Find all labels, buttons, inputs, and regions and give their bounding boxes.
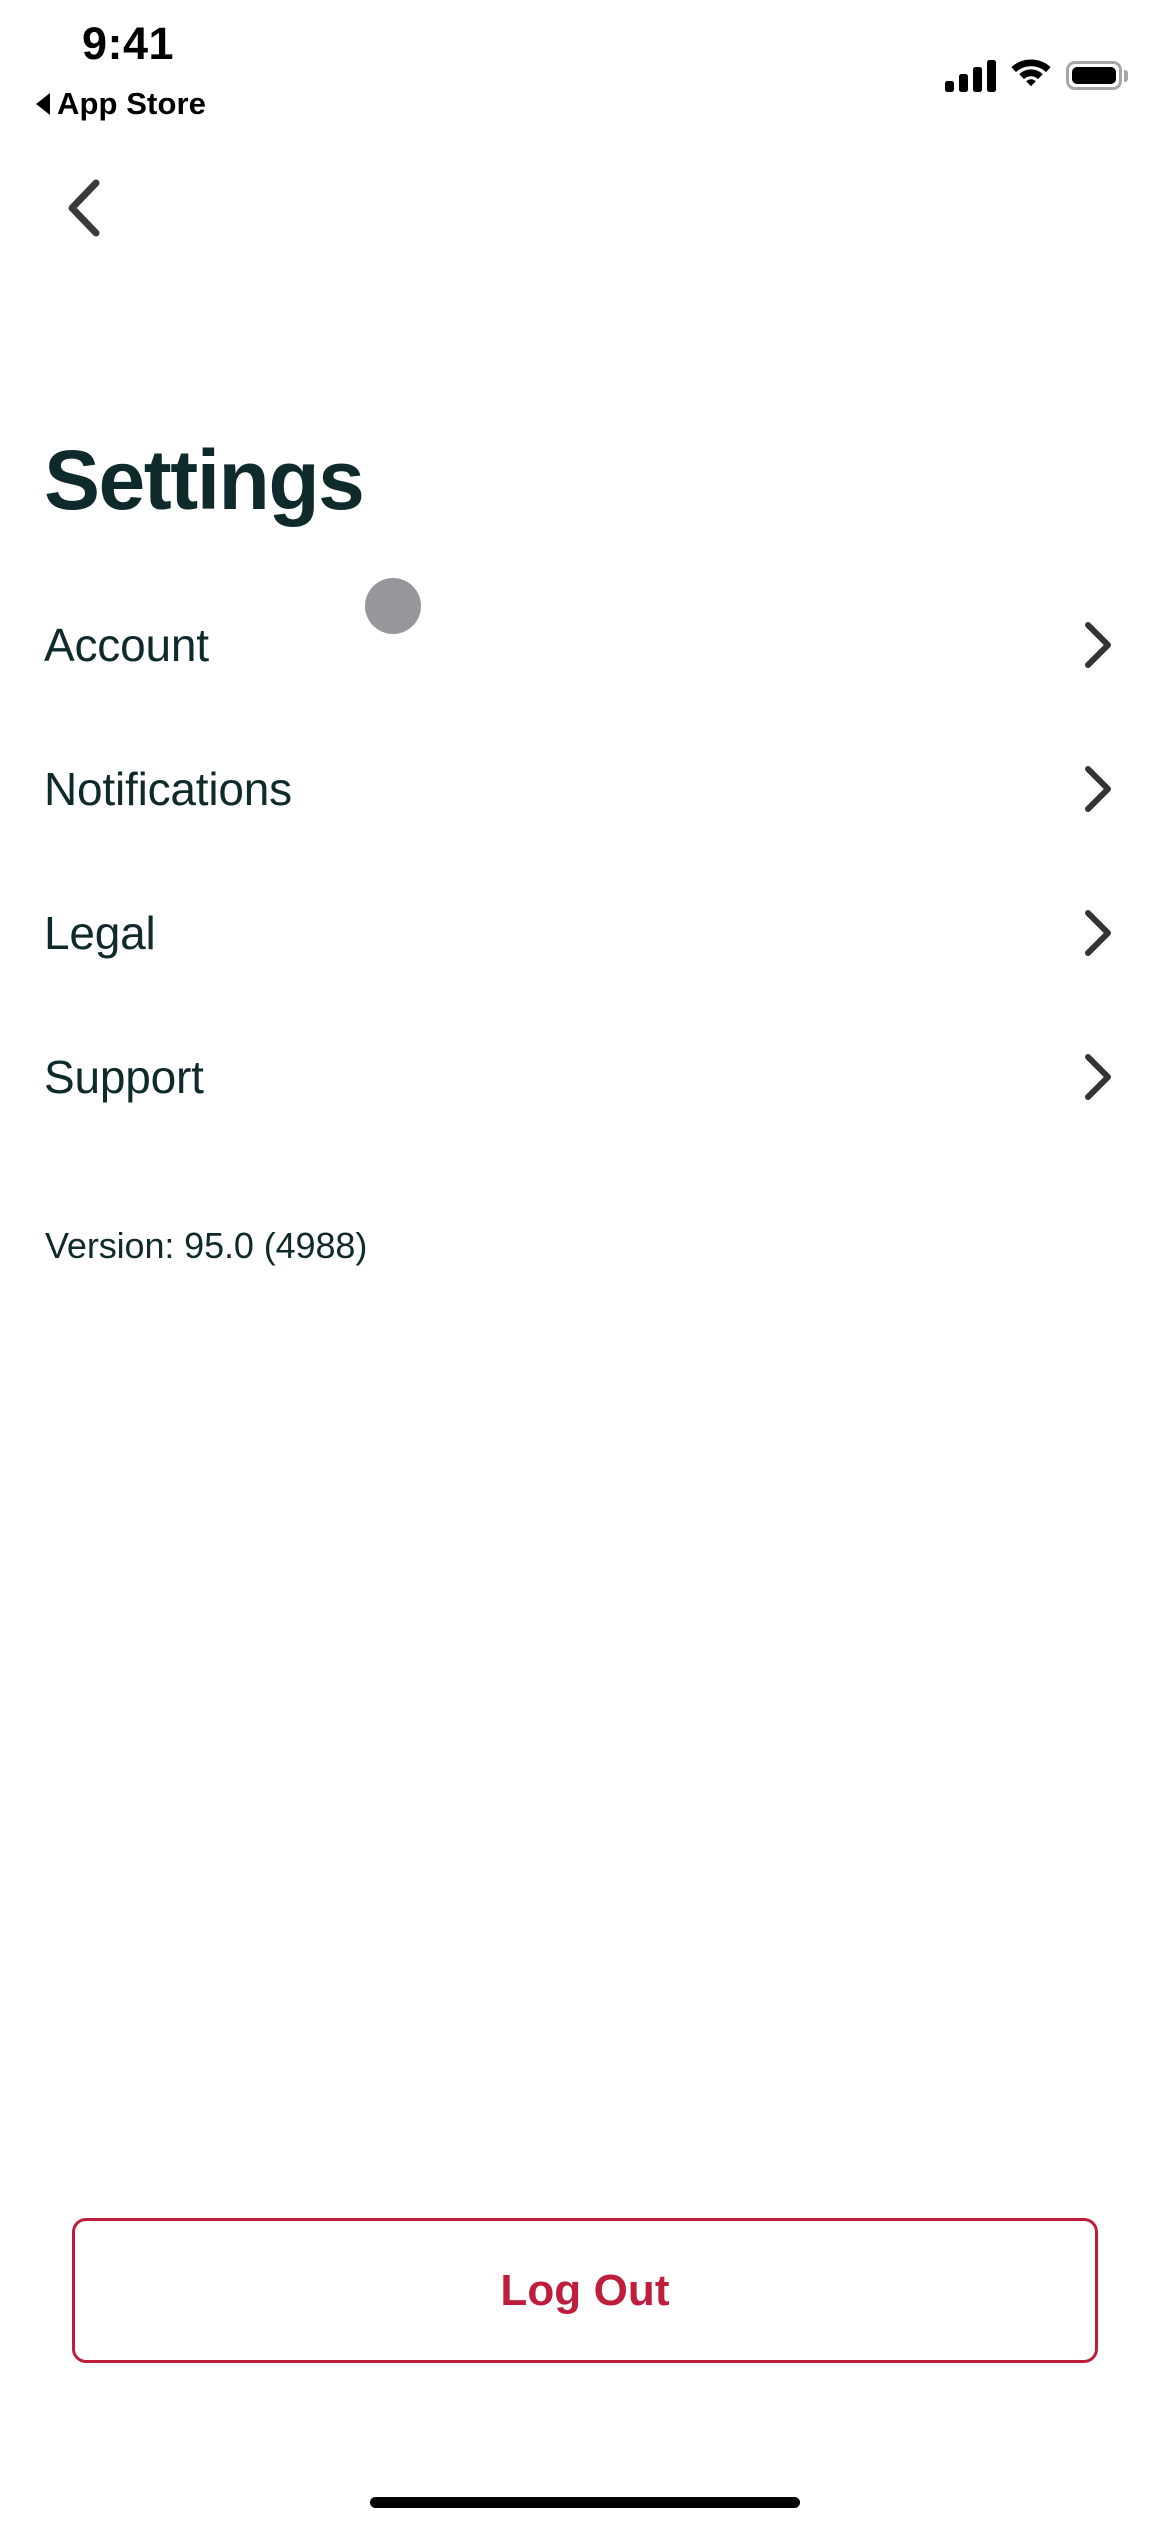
battery-full-icon xyxy=(1066,61,1128,90)
page-title: Settings xyxy=(44,433,365,528)
log-out-label: Log Out xyxy=(500,2265,670,2315)
settings-list: Account Notifications Legal Support xyxy=(0,573,1170,1149)
wifi-icon xyxy=(1010,54,1052,91)
chevron-left-icon xyxy=(68,179,100,237)
status-bar-back-label: App Store xyxy=(57,86,207,121)
home-indicator[interactable] xyxy=(370,2497,800,2508)
settings-row-label: Notifications xyxy=(44,763,292,815)
cellular-signal-icon xyxy=(945,60,996,92)
log-out-button[interactable]: Log Out xyxy=(72,2218,1098,2363)
chevron-right-icon xyxy=(1076,766,1120,812)
chevron-right-icon xyxy=(1076,910,1120,956)
chevron-right-icon xyxy=(1076,1054,1120,1100)
avatar xyxy=(365,578,421,634)
settings-row-notifications[interactable]: Notifications xyxy=(0,717,1170,861)
settings-row-account[interactable]: Account xyxy=(0,573,1170,717)
status-bar: 9:41 App Store xyxy=(0,0,1170,121)
settings-row-legal[interactable]: Legal xyxy=(0,861,1170,1005)
status-bar-back-to-app[interactable]: App Store xyxy=(36,86,206,122)
version-label: Version: 95.0 (4988) xyxy=(45,1225,368,1266)
status-bar-time: 9:41 xyxy=(82,18,175,69)
back-button[interactable] xyxy=(44,168,124,248)
status-bar-indicators xyxy=(945,52,1128,92)
settings-row-label: Legal xyxy=(44,907,156,959)
triangle-left-icon xyxy=(36,93,50,115)
settings-row-support[interactable]: Support xyxy=(0,1005,1170,1149)
settings-row-label: Support xyxy=(44,1051,204,1103)
chevron-right-icon xyxy=(1076,622,1120,668)
settings-row-label: Account xyxy=(44,619,209,671)
